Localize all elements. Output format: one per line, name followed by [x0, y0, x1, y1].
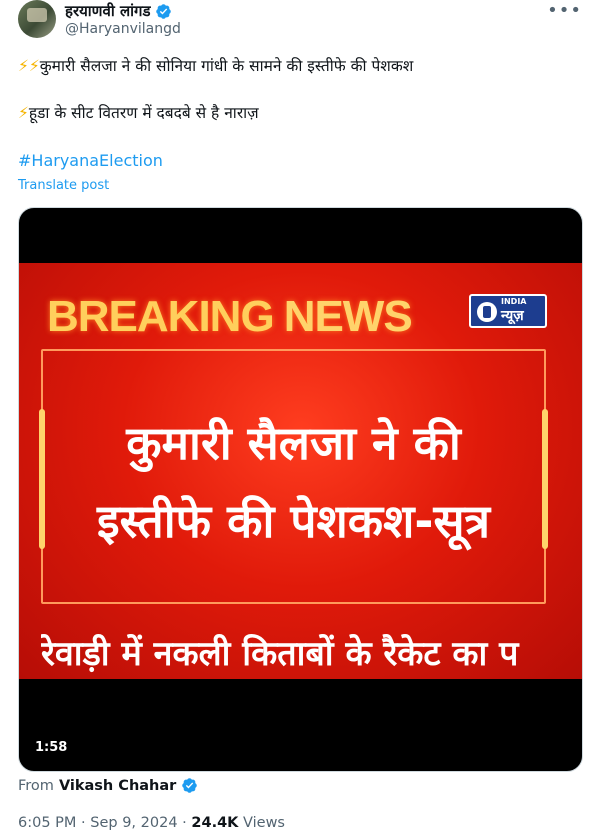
- channel-logo-mark-icon: [477, 302, 497, 322]
- translate-post-link[interactable]: Translate post: [18, 178, 109, 193]
- meta-separator: ·: [182, 815, 187, 831]
- video-frame: BREAKING NEWS INDIA न्यूज़ कुमारी सैलजा …: [19, 263, 582, 679]
- avatar[interactable]: [18, 0, 56, 38]
- post-header: हरयाणवी लांगड @Haryanvilangd •••: [18, 0, 588, 42]
- author-display-name[interactable]: हरयाणवी लांगड: [65, 1, 151, 21]
- headline-line-2: इस्तीफे की पेशकश-सूत्र: [97, 494, 490, 548]
- channel-logo-main: न्यूज़: [501, 308, 524, 324]
- verified-badge-icon: [155, 3, 171, 19]
- news-word: NEWS: [283, 292, 413, 341]
- breaking-word: BREAKING: [47, 292, 275, 341]
- from-attribution: From Vikash Chahar: [18, 777, 198, 794]
- video-player[interactable]: BREAKING NEWS INDIA न्यूज़ कुमारी सैलजा …: [18, 207, 583, 772]
- headline-line-1: कुमारी सैलजा ने की: [126, 416, 461, 470]
- channel-logo-top: INDIA: [501, 297, 527, 306]
- lightning-emoji: ⚡: [18, 104, 29, 122]
- headline-panel: कुमारी सैलजा ने की इस्तीफे की पेशकश-सूत्…: [39, 349, 548, 604]
- video-duration: 1:58: [29, 738, 74, 757]
- more-options-icon[interactable]: •••: [547, 0, 582, 21]
- post-line-2: ⚡हूडा के सीट वितरण में दबदबे से है नाराज…: [18, 102, 259, 124]
- hashtag-link[interactable]: #HaryanaElection: [18, 151, 163, 170]
- post-line-1-text: कुमारी सैलजा ने की सोनिया गांधी के सामने…: [39, 57, 414, 75]
- views-label: Views: [243, 815, 285, 831]
- post-date[interactable]: Sep 9, 2024: [90, 815, 177, 831]
- from-label: From: [18, 777, 54, 794]
- meta-separator: ·: [81, 815, 86, 831]
- breaking-news-banner: BREAKING NEWS: [47, 292, 413, 341]
- lightning-emoji: ⚡⚡: [18, 57, 40, 75]
- author-handle[interactable]: @Haryanvilangd: [65, 21, 181, 37]
- post-line-1: ⚡⚡कुमारी सैलजा ने की सोनिया गांधी के साम…: [18, 55, 413, 77]
- verified-badge-icon: [182, 778, 198, 793]
- views-count: 24.4K: [191, 815, 239, 831]
- author-name-row[interactable]: हरयाणवी लांगड: [65, 1, 172, 21]
- news-ticker: रेवाड़ी में नकली किताबों के रैकेट का प: [41, 634, 519, 674]
- post-line-2-text: हूडा के सीट वितरण में दबदबे से है नाराज़: [28, 104, 259, 122]
- channel-logo: INDIA न्यूज़: [469, 294, 547, 328]
- post-meta: 6:05 PM · Sep 9, 2024 · 24.4K Views: [18, 815, 285, 831]
- from-user-link[interactable]: Vikash Chahar: [59, 778, 176, 794]
- post-time[interactable]: 6:05 PM: [18, 815, 76, 831]
